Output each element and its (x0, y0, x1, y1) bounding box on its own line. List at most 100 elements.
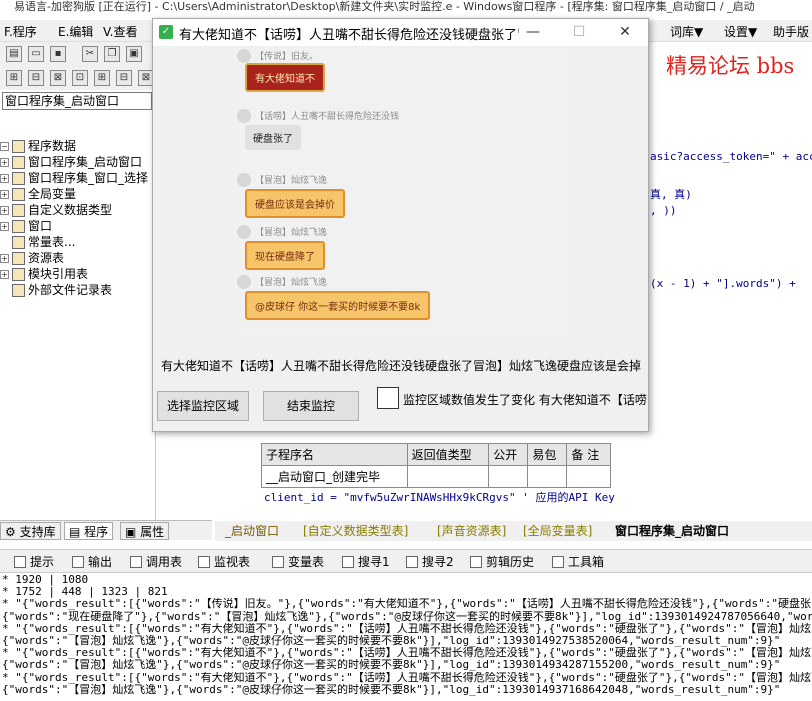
align-middle-icon[interactable]: ⊞ (94, 70, 110, 86)
table-header: 备 注 (566, 443, 611, 466)
search-icon (198, 556, 210, 568)
code-editor-tabs: _启动窗口 [自定义数据类型表] [声音资源表] [全局变量表] 窗口程序集_启… (215, 521, 812, 541)
chat-bubble: 硬盘张了 (245, 125, 301, 150)
tab-window-set-start[interactable]: 窗口程序集_启动窗口 (615, 522, 729, 540)
expand-icon[interactable]: + (0, 190, 9, 199)
align-bottom-icon[interactable]: ⊟ (116, 70, 132, 86)
log-line: * 1752 | 448 | 1323 | 821 (2, 586, 168, 599)
menu-settings[interactable]: 设置▼ (724, 23, 757, 40)
search-icon (406, 556, 418, 568)
minimize-button[interactable]: — (510, 19, 556, 46)
align-top-icon[interactable]: ⊡ (72, 70, 88, 86)
tree-item-window-set-start[interactable]: + 窗口程序集_启动窗口 (0, 154, 142, 170)
tree-item-constants[interactable]: 常量表... (12, 234, 75, 250)
expand-icon[interactable]: + (0, 174, 9, 183)
log-line: * "{"words_result":[{"words":"【传说】旧友。"},… (2, 598, 811, 611)
tab-label: 输出 (88, 555, 113, 569)
tree-item-custom-types[interactable]: + 自定义数据类型 (0, 202, 112, 218)
monitor-window-titlebar[interactable]: ✓ 有大佬知道不【话唠】人丑嘴不甜长得危险还没钱硬盘张了冒... — ☐ ✕ (153, 19, 648, 46)
menu-assistant[interactable]: 助手版 (773, 23, 809, 40)
output-log[interactable]: * 1920 | 1080 * 1752 | 448 | 1323 | 821 … (0, 574, 812, 701)
table-cell[interactable] (488, 465, 529, 488)
forum-banner: 精易论坛 bbs (666, 54, 795, 78)
tab-clip-history[interactable]: 剪辑历史 (470, 553, 534, 571)
collapse-icon[interactable]: − (0, 142, 9, 151)
table-cell[interactable] (566, 465, 611, 488)
module-icon (12, 172, 25, 185)
toolbar: ▤ ▭ ▪ ✂ ❐ ▣ ⊞ ⊟ ⊠ ⊡ ⊞ ⊟ ⊠ (0, 42, 155, 90)
expand-icon[interactable]: + (0, 254, 9, 263)
log-line: {"words":"【冒泡】灿炫飞逸"},{"words":"@皮球仔你这一套买… (2, 683, 781, 696)
maximize-button[interactable]: ☐ (556, 19, 602, 46)
align-center-icon[interactable]: ⊟ (28, 70, 44, 86)
avatar (237, 109, 251, 123)
menu-lexicon[interactable]: 词库▼ (670, 23, 703, 40)
table-cell[interactable]: __启动窗口_创建完毕 (261, 465, 408, 488)
new-file-icon[interactable]: ▤ (6, 46, 22, 62)
chat-bubble: 现在硬盘降了 (245, 241, 325, 270)
module-ref-icon (12, 268, 25, 281)
module-icon (12, 156, 25, 169)
tab-toolbox[interactable]: 工具箱 (552, 553, 604, 571)
table-header: 返回值类型 (406, 443, 490, 466)
table-header: 易包 (527, 443, 568, 466)
table-cell[interactable] (527, 465, 568, 488)
close-button[interactable]: ✕ (602, 19, 648, 46)
subprogram-table: 子程序名 返回值类型 公开 易包 备 注 __启动窗口_创建完毕 (261, 443, 611, 488)
copy-icon[interactable]: ❐ (104, 46, 120, 62)
tab-support-library[interactable]: ⚙ 支持库 (0, 522, 61, 540)
tab-start-window[interactable]: _启动窗口 (225, 522, 279, 540)
menu-edit[interactable]: E.编辑 (58, 23, 93, 40)
tab-output[interactable]: 输出 (72, 553, 112, 571)
tab-properties[interactable]: ▣ 属性 (120, 522, 170, 540)
cut-icon[interactable]: ✂ (82, 46, 98, 62)
code-line-client-id: client_id = "mvfw5uZwrINAWsHHx9kCRgvs" '… (264, 491, 615, 504)
expand-icon[interactable]: + (0, 222, 9, 231)
align-left-icon[interactable]: ⊞ (6, 70, 22, 86)
clipboard-icon (470, 556, 482, 568)
menu-view[interactable]: V.查看 (103, 23, 137, 40)
tab-label: 搜寻1 (358, 555, 390, 569)
tree-item-external-files[interactable]: 外部文件记录表 (12, 282, 112, 298)
stop-monitor-button[interactable]: 结束监控 (263, 391, 359, 421)
tree-item-resources[interactable]: + 资源表 (0, 250, 64, 266)
chat-bubble: 硬盘应该是会掉价 (245, 189, 345, 218)
paste-icon[interactable]: ▣ (126, 46, 142, 62)
wechat-icon: ✓ (159, 25, 173, 39)
save-icon[interactable]: ▪ (50, 46, 66, 62)
tab-label: 调用表 (146, 555, 183, 569)
program-set-combo[interactable]: 窗口程序集_启动窗口 (2, 92, 152, 110)
table-cell[interactable] (406, 465, 490, 488)
tree-item-module-refs[interactable]: + 模块引用表 (0, 266, 88, 282)
log-line: {"words":"【冒泡】灿炫飞逸"},{"words":"@皮球仔你这一套买… (2, 659, 781, 672)
align-right-icon[interactable]: ⊠ (50, 70, 66, 86)
tab-custom-types[interactable]: [自定义数据类型表] (303, 522, 408, 540)
tree-item-label: 窗口程序集_窗口_选择 (28, 171, 149, 185)
select-region-button[interactable]: 选择监控区域 (157, 391, 249, 421)
expand-icon[interactable]: + (0, 270, 9, 279)
tree-item-label: 窗口程序集_启动窗口 (28, 155, 143, 169)
change-checkbox[interactable] (377, 387, 399, 409)
tab-watch[interactable]: 监视表 (198, 553, 250, 571)
tab-hint[interactable]: 提示 (14, 553, 54, 571)
tree-item-window-set-select[interactable]: + 窗口程序集_窗口_选择 (0, 170, 148, 186)
menu-program[interactable]: F.程序 (4, 23, 37, 40)
tab-call-stack[interactable]: 调用表 (130, 553, 182, 571)
tab-label: 提示 (30, 555, 55, 569)
chat-sender: 【话唠】人丑嘴不甜长得危险还没钱 (255, 112, 400, 122)
tree-item-global-vars[interactable]: + 全局变量 (0, 186, 76, 202)
expand-icon[interactable]: + (0, 158, 9, 167)
tab-search1[interactable]: 搜寻1 (342, 553, 390, 571)
tab-variables[interactable]: 变量表 (272, 553, 324, 571)
open-folder-icon[interactable]: ▭ (28, 46, 44, 62)
captured-chat-image: 【传说】旧友。 有大佬知道不 【话唠】人丑嘴不甜长得危险还没钱 硬盘张了 【冒泡… (233, 49, 569, 341)
tree-root[interactable]: − 程序数据 (0, 138, 76, 154)
tab-global-vars[interactable]: [全局变量表] (523, 522, 592, 540)
tree-item-window[interactable]: + 窗口 (0, 218, 52, 234)
monitor-window: ✓ 有大佬知道不【话唠】人丑嘴不甜长得危险还没钱硬盘张了冒... — ☐ ✕ 【… (152, 18, 649, 432)
expand-icon[interactable]: + (0, 206, 9, 215)
tab-sound-resources[interactable]: [声音资源表] (437, 522, 506, 540)
tab-search2[interactable]: 搜寻2 (406, 553, 454, 571)
tab-program[interactable]: ▤ 程序 (64, 522, 114, 540)
table-row[interactable]: __启动窗口_创建完毕 (261, 465, 611, 488)
